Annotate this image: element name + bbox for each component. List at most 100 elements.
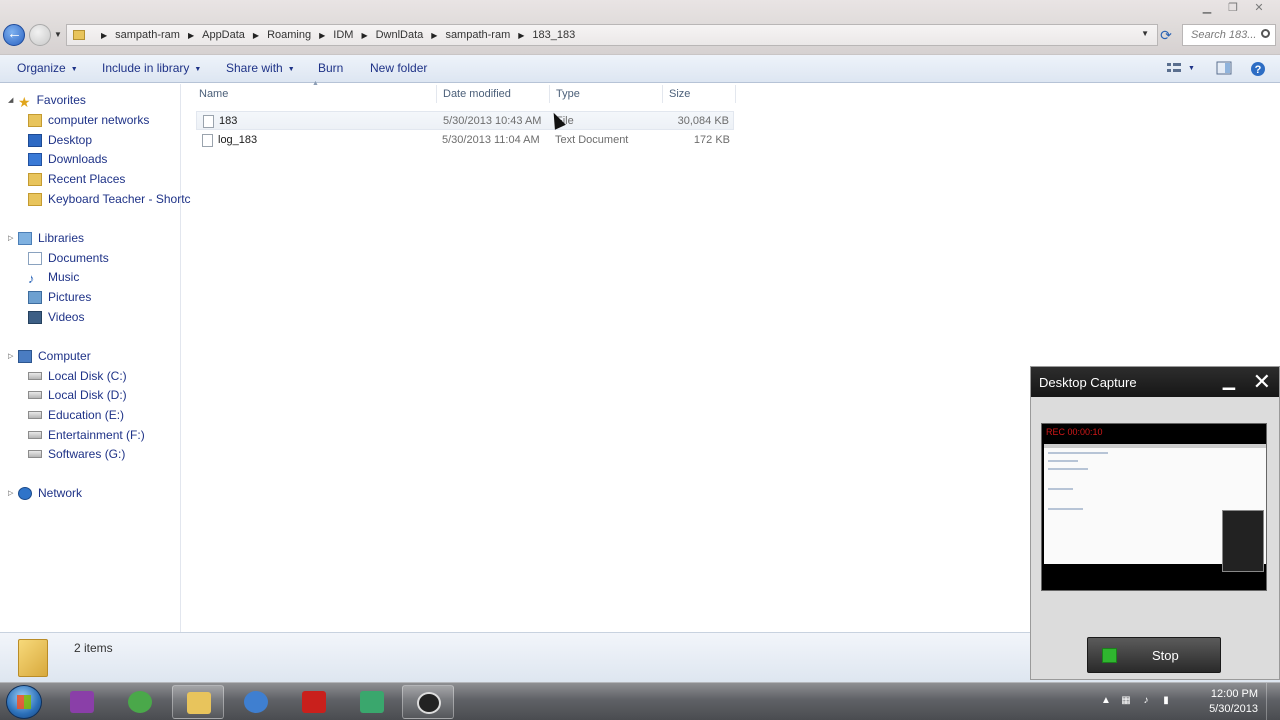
sidebar-item-network[interactable]: Network [18,486,82,500]
sidebar-item-computer-networks[interactable]: computer networks [28,113,149,127]
taskbar-app-browser[interactable] [230,685,282,719]
sidebar-item-favorites[interactable]: ★ Favorites [18,93,86,110]
minimize-icon[interactable]: ▁ [1223,371,1235,391]
sidebar-item-disk-f[interactable]: Entertainment (F:) [28,428,145,442]
sidebar-item-label: Keyboard Teacher - Shortc [48,192,191,206]
forward-button[interactable] [29,24,51,46]
maximize-icon[interactable]: ❐ [1226,2,1240,14]
minimize-icon[interactable]: ▁ [1200,2,1214,14]
sidebar-item-label: Videos [48,310,85,324]
breadcrumb-item[interactable]: IDM [333,29,353,41]
breadcrumb-item-current[interactable]: 183_183 [532,29,575,41]
recent-pages-chevron-icon[interactable]: ▼ [54,30,62,39]
sidebar-item-music[interactable]: ♪ Music [28,270,79,286]
taskbar-app-onenote[interactable] [56,685,108,719]
show-hidden-icons-chevron-icon[interactable]: ▲ [1100,695,1112,707]
back-button[interactable] [3,24,25,46]
preview-line [1048,488,1073,490]
preview-pane-icon[interactable] [1216,61,1232,75]
column-divider[interactable] [549,85,550,103]
sidebar-item-disk-d[interactable]: Local Disk (D:) [28,388,127,402]
sort-arrow-icon: ▲ [312,80,319,87]
taskbar-app-pdf[interactable] [288,685,340,719]
sidebar-item-downloads[interactable]: Downloads [28,152,107,166]
capture-titlebar[interactable]: Desktop Capture ▁ ✕ [1031,367,1279,397]
taskbar-app-idm[interactable] [346,685,398,719]
sidebar-item-documents[interactable]: Documents [28,251,109,265]
chevron-right-icon[interactable]: ▶ [188,31,194,40]
sidebar-item-disk-g[interactable]: Softwares (G:) [28,447,125,461]
chevron-right-icon[interactable]: ▶ [431,31,437,40]
show-desktop-button[interactable] [1266,683,1280,720]
expand-arrow-icon[interactable]: ▷ [8,352,13,360]
refresh-button[interactable]: ⟳ [1156,26,1176,44]
sidebar-item-disk-c[interactable]: Local Disk (C:) [28,369,127,383]
organize-button[interactable]: Organize ▼ [17,61,78,75]
breadcrumb-item[interactable]: sampath-ram [115,29,180,41]
close-icon[interactable]: ✕ [1253,369,1271,395]
file-date: 5/30/2013 11:04 AM [442,134,540,146]
sidebar-item-libraries[interactable]: Libraries [18,231,84,245]
column-header-size[interactable]: Size [669,88,690,100]
burn-button[interactable]: Burn [318,61,343,75]
hard-drive-icon [28,411,42,419]
chevron-right-icon[interactable]: ▶ [319,31,325,40]
taskbar-app-capture[interactable] [402,685,454,719]
view-options-chevron-icon[interactable]: ▼ [1188,65,1195,72]
sidebar-item-videos[interactable]: Videos [28,310,84,324]
address-dropdown-icon[interactable]: ▼ [1141,29,1149,38]
sidebar-item-label: Local Disk (C:) [48,369,127,383]
file-row[interactable]: 183 5/30/2013 10:43 AM File 30,084 KB [196,111,734,130]
stop-button[interactable]: Stop [1087,637,1221,673]
share-with-button[interactable]: Share with ▼ [226,61,295,75]
preview-mini-window [1222,510,1264,572]
breadcrumb-item[interactable]: DwnlData [376,29,424,41]
column-divider[interactable] [436,85,437,103]
sidebar-item-disk-e[interactable]: Education (E:) [28,408,124,422]
volume-icon[interactable]: ♪ [1140,695,1152,707]
folder-icon [73,30,85,40]
file-icon [203,115,214,128]
taskbar-app-talk[interactable] [114,685,166,719]
include-in-library-button[interactable]: Include in library ▼ [102,61,201,75]
breadcrumb-item[interactable]: AppData [202,29,245,41]
help-icon[interactable]: ? [1250,61,1266,76]
sidebar-item-keyboard-teacher[interactable]: Keyboard Teacher - Shortc [28,192,191,206]
file-row[interactable]: log_183 5/30/2013 11:04 AM Text Document… [196,131,734,150]
new-folder-button[interactable]: New folder [370,61,427,75]
chevron-down-icon: ▼ [287,66,295,73]
sidebar-item-recent-places[interactable]: Recent Places [28,172,125,186]
sidebar-item-pictures[interactable]: Pictures [28,290,91,304]
chevron-right-icon[interactable]: ▶ [361,31,367,40]
onenote-icon [70,691,94,713]
search-input[interactable]: Search 183... [1182,24,1276,46]
expand-arrow-icon[interactable]: ◢ [8,96,13,104]
signal-icon[interactable]: ▮ [1160,695,1172,707]
address-bar[interactable]: ▶ sampath-ram ▶ AppData ▶ Roaming ▶ IDM ▶ Dw… [66,24,1158,46]
chevron-right-icon[interactable]: ▶ [518,31,524,40]
clock-date: 5/30/2013 [1209,703,1258,715]
expand-arrow-icon[interactable]: ▷ [8,234,13,242]
start-button[interactable] [6,685,42,719]
close-icon[interactable]: ✕ [1252,2,1266,14]
item-count: 2 items [74,641,113,655]
column-header-name[interactable]: Name [199,88,228,100]
network-tray-icon[interactable]: ▦ [1120,695,1132,707]
column-divider[interactable] [662,85,663,103]
breadcrumb-item[interactable]: Roaming [267,29,311,41]
chevron-right-icon[interactable]: ▶ [253,31,259,40]
breadcrumb-item[interactable]: sampath-ram [445,29,510,41]
documents-icon [28,251,42,265]
expand-arrow-icon[interactable]: ▷ [8,489,13,497]
chevron-down-icon: ▼ [194,66,202,73]
column-header-type[interactable]: Type [556,88,580,100]
column-divider[interactable] [735,85,736,103]
change-view-icon[interactable] [1166,61,1182,75]
taskbar-clock[interactable]: 12:00 PM 5/30/2013 [1209,687,1258,717]
column-header-date[interactable]: Date modified [443,88,511,100]
breadcrumb-root-chevron-icon[interactable]: ▶ [93,31,115,40]
sidebar-item-desktop[interactable]: Desktop [28,133,92,147]
sidebar-item-computer[interactable]: Computer [18,349,91,363]
taskbar-app-explorer[interactable] [172,685,224,719]
sidebar-item-label: Network [38,486,83,500]
